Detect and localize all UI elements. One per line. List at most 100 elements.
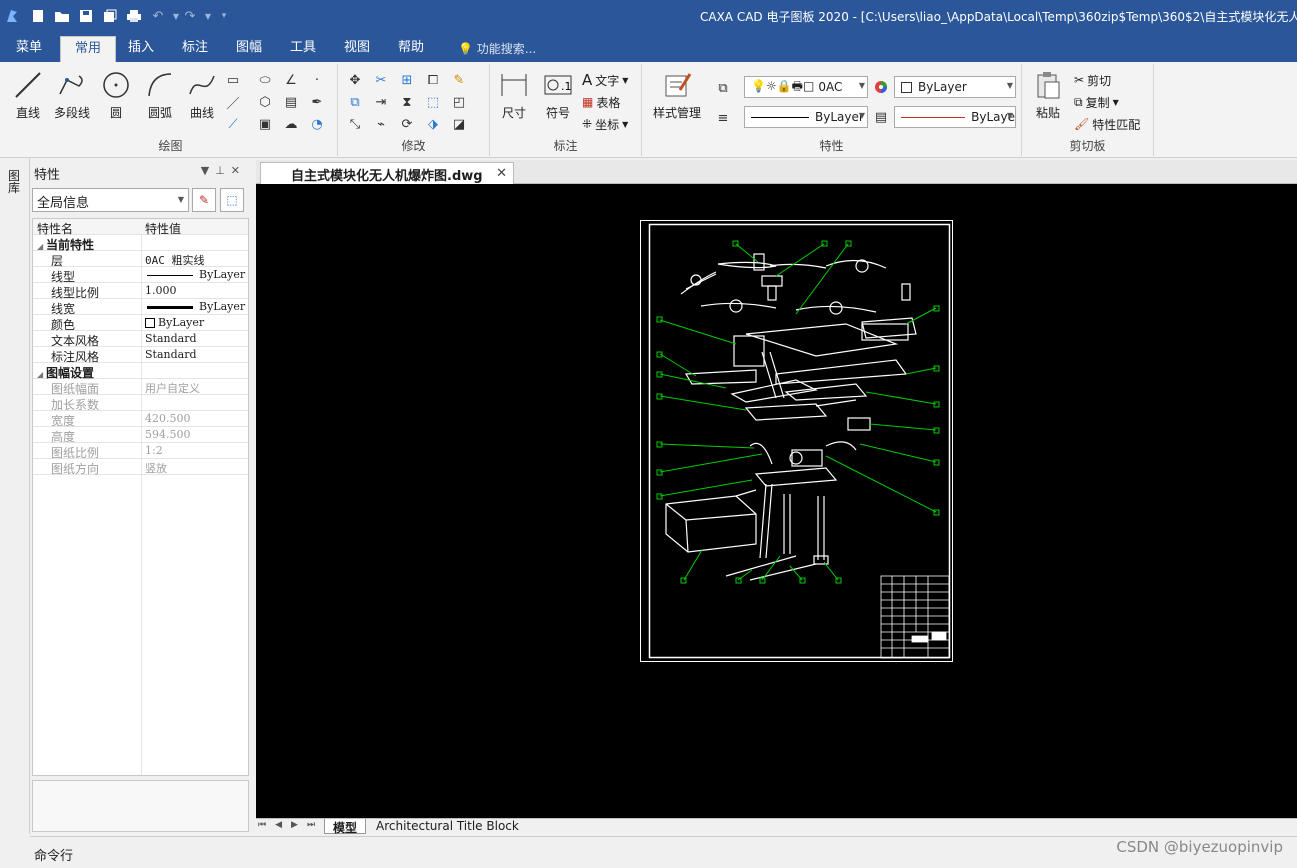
customize-quick-access-icon[interactable]: ▾ <box>214 6 234 26</box>
cloud-icon[interactable]: ☁ <box>280 114 302 134</box>
ellipse-icon[interactable]: ⬭ <box>254 70 276 90</box>
layout-tab-title-block[interactable]: Architectural Title Block <box>368 819 527 834</box>
trim-icon[interactable]: ✂ <box>370 70 392 90</box>
tab-sheet[interactable]: 图幅 <box>222 36 276 62</box>
layout-nav-arrows[interactable]: ⏮◀▶⏭ <box>258 820 324 830</box>
close-icon[interactable]: ✕ <box>231 164 246 177</box>
point-icon[interactable]: · <box>306 70 328 90</box>
erase-icon[interactable]: ✎ <box>448 70 470 90</box>
pen-icon[interactable]: ✒ <box>306 92 328 112</box>
section-current[interactable]: ◢ 当前特性 <box>33 235 248 252</box>
tab-annotate[interactable]: 标注 <box>168 36 222 62</box>
save-all-icon[interactable] <box>100 6 120 26</box>
undo-icon[interactable]: ↶ <box>148 6 168 26</box>
watermark: CSDN @biyezuopinvip <box>1116 838 1283 856</box>
table-row[interactable]: 文本风格 Standard <box>33 331 248 348</box>
center-line-icon[interactable]: ／ <box>222 92 244 112</box>
break-icon[interactable]: ⌁ <box>370 114 392 134</box>
fillet-icon[interactable]: ◰ <box>448 92 470 112</box>
layer-tools-icon[interactable]: ⧉ <box>712 78 734 98</box>
hatch-icon[interactable]: ▤ <box>280 92 302 112</box>
print-icon[interactable] <box>124 6 144 26</box>
save-icon[interactable] <box>76 6 96 26</box>
angle-line-icon[interactable]: ∠ <box>280 70 302 90</box>
app-logo-icon[interactable] <box>2 6 22 26</box>
table-row[interactable]: 颜色 ByLayer <box>33 315 248 332</box>
table-row[interactable]: 线宽 ByLayer <box>33 299 248 316</box>
redo-icon[interactable]: ↷ <box>180 6 200 26</box>
extend-icon[interactable]: ⇥ <box>370 92 392 112</box>
table-button[interactable]: ▦ 表格 <box>582 92 620 112</box>
linetype-combo[interactable]: ByLayer ▼ <box>744 106 868 128</box>
copy-button[interactable]: ⧉ 复制 ▼ <box>1074 92 1119 112</box>
property-value: 0AC 粗实线 <box>145 254 205 267</box>
curve-label: 曲线 <box>189 106 214 120</box>
new-file-icon[interactable] <box>28 6 48 26</box>
document-tab[interactable]: 自主式模块化无人机爆炸图.dwg ✕ <box>260 162 514 184</box>
chamfer-icon[interactable]: ◪ <box>448 114 470 134</box>
open-file-icon[interactable] <box>52 6 72 26</box>
drawing-canvas[interactable] <box>256 184 1297 818</box>
curve-button[interactable]: 曲线 <box>180 68 224 132</box>
annotate-group-label: 标注 <box>553 139 578 153</box>
quick-select-button[interactable]: ✎ <box>192 188 216 212</box>
offset-icon[interactable]: ⧠ <box>422 70 444 90</box>
layout-tab-bar: ⏮◀▶⏭ 模型 Architectural Title Block <box>256 818 1297 835</box>
block-icon[interactable]: ▣ <box>254 114 276 134</box>
move-icon[interactable]: ✥ <box>344 70 366 90</box>
style-manager-button[interactable]: 样式管理 <box>648 68 706 132</box>
table-row[interactable]: 标注风格 Standard <box>33 347 248 364</box>
polyline-button[interactable]: 多段线 <box>50 68 94 132</box>
selection-scope-select[interactable]: 全局信息 ▼ <box>32 188 189 212</box>
construction-line-icon[interactable]: ⟋ <box>222 114 244 134</box>
grid-header: 特性名 特性值 <box>33 219 248 236</box>
table-row[interactable]: 层 0AC 粗实线 <box>33 251 248 268</box>
feature-search[interactable]: 💡 功能搜索... <box>458 40 536 57</box>
match-properties-button[interactable]: 🖌 特性匹配 <box>1074 114 1140 134</box>
library-side-tab[interactable]: 图库 <box>0 158 30 834</box>
symbol-button[interactable]: .1 符号 <box>536 68 580 132</box>
pin-icon[interactable]: ⊥ <box>215 164 231 177</box>
copy-object-icon[interactable]: ⧉ <box>344 92 366 112</box>
line-button[interactable]: 直线 <box>6 68 50 132</box>
layer-combo[interactable]: 💡☼🔒🖶□ 0AC ▼ <box>744 76 868 98</box>
array-icon[interactable]: ⊞ <box>396 70 418 90</box>
symbol-icon: .1 <box>541 68 575 102</box>
polygon-icon[interactable]: ⬡ <box>254 92 276 112</box>
rotate-icon[interactable]: ⟳ <box>396 114 418 134</box>
lineweight-icon[interactable]: ▤ <box>870 107 892 127</box>
panel-menu-icon[interactable]: ▼ <box>201 164 215 177</box>
lineweight-combo[interactable]: ByLaye ▼ <box>894 106 1016 128</box>
arc-button[interactable]: 圆弧 <box>138 68 182 132</box>
lineweight-preview <box>901 116 966 118</box>
select-objects-button[interactable]: ⬚ <box>220 188 244 212</box>
color-combo[interactable]: ByLayer ▼ <box>894 76 1016 98</box>
mirror-icon[interactable]: ⧗ <box>396 92 418 112</box>
section-sheet[interactable]: ◢ 图幅设置 <box>33 363 248 380</box>
table-row[interactable]: 线型比例 1.000 <box>33 283 248 300</box>
circle-button[interactable]: 圆 <box>94 68 138 132</box>
command-line[interactable]: 命令行 <box>30 836 1297 868</box>
tab-help[interactable]: 帮助 <box>384 36 438 62</box>
linetype-tools-icon[interactable]: ≡ <box>712 108 734 128</box>
layout-tab-model[interactable]: 模型 <box>324 819 367 835</box>
tab-menu[interactable]: 菜单 <box>2 36 56 62</box>
color-wheel-icon[interactable] <box>870 77 892 97</box>
stretch-icon[interactable]: ⤡ <box>344 114 366 134</box>
paste-button[interactable]: 粘贴 <box>1026 68 1070 132</box>
close-icon[interactable]: ✕ <box>496 166 507 181</box>
scale-icon[interactable]: ⬚ <box>422 92 444 112</box>
table-row[interactable]: 线型 ByLayer <box>33 267 248 284</box>
dimension-button[interactable]: 尺寸 <box>492 68 536 132</box>
fill-icon[interactable]: ◔ <box>306 114 328 134</box>
tab-common[interactable]: 常用 <box>60 36 117 62</box>
sheet-outer-frame <box>640 220 953 662</box>
coordinate-button[interactable]: ⁜ 坐标 ▼ <box>582 114 628 134</box>
tab-insert[interactable]: 插入 <box>114 36 168 62</box>
text-button[interactable]: A 文字 ▼ <box>582 70 628 90</box>
tab-view[interactable]: 视图 <box>330 36 384 62</box>
cut-button[interactable]: ✂ 剪切 <box>1074 70 1111 90</box>
tab-tools[interactable]: 工具 <box>276 36 330 62</box>
explode-icon[interactable]: ⬗ <box>422 114 444 134</box>
rectangle-icon[interactable]: ▭ <box>222 70 244 90</box>
